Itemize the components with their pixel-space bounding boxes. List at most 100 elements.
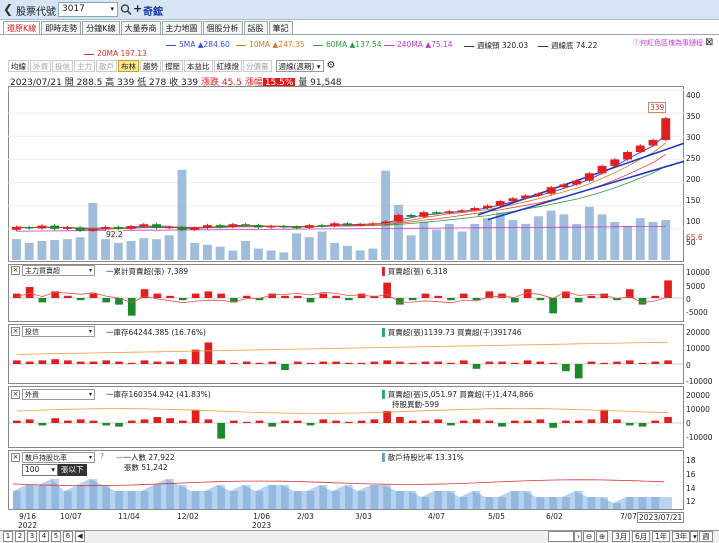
- period-select[interactable]: 週: [699, 531, 713, 542]
- toolbar-item-1[interactable]: 外資: [30, 60, 51, 72]
- flow-bar: [587, 295, 596, 298]
- page-nav[interactable]: ◀: [75, 531, 85, 542]
- retail-bar: [153, 485, 162, 509]
- gear-icon[interactable]: ⚙: [327, 60, 336, 73]
- toolbar-item-2[interactable]: 投信: [52, 60, 73, 72]
- page-3[interactable]: 3: [27, 531, 37, 542]
- holding-threshold-tip: 張以下: [58, 464, 87, 476]
- page-2[interactable]: 2: [15, 531, 25, 542]
- flow-bar: [345, 298, 353, 301]
- flow-bar: [153, 417, 162, 423]
- candle-body: [495, 201, 505, 206]
- flow-bar: [498, 361, 506, 364]
- tab-1[interactable]: 即時走勢: [41, 21, 82, 35]
- x-tick: 4/07: [428, 512, 445, 521]
- volume-bar: [164, 235, 174, 260]
- tab-7[interactable]: 筆記: [268, 21, 293, 35]
- candle-body: [88, 229, 98, 231]
- retail-chart[interactable]: [9, 464, 683, 509]
- tab-5[interactable]: 個股分析: [202, 21, 243, 35]
- flow-bar: [421, 293, 430, 298]
- help-icon[interactable]: ?: [100, 452, 104, 461]
- flow-bar: [613, 419, 621, 423]
- flow-bar: [13, 420, 21, 423]
- zoom-in-icon[interactable]: ⊕: [596, 531, 608, 542]
- flow-bar: [651, 295, 660, 298]
- tab-2[interactable]: 分鐘K線: [82, 21, 120, 35]
- retail-bar: [76, 485, 85, 509]
- tab-0[interactable]: 還原K線: [3, 21, 41, 35]
- close-x-icon[interactable]: ⊠: [705, 37, 713, 48]
- toolbar-item-9[interactable]: 紅綠燈: [213, 60, 242, 72]
- main-force-select[interactable]: 主力買賣超 ▾: [22, 265, 95, 276]
- toolbar-item-3[interactable]: 主力: [74, 60, 95, 72]
- stock-code-input[interactable]: 3017 ▾: [58, 2, 118, 17]
- candle-body: [202, 225, 212, 228]
- retail-bar: [357, 491, 366, 509]
- tab-6[interactable]: 話股: [243, 21, 268, 35]
- candle-body: [559, 184, 569, 188]
- back-arrow-icon[interactable]: ❮: [3, 2, 13, 16]
- candle-body: [190, 227, 200, 230]
- flow-bar: [217, 360, 225, 364]
- tab-4[interactable]: 主力地圖: [161, 21, 202, 35]
- flow-bar: [638, 423, 647, 427]
- period-6m[interactable]: 6月: [632, 531, 651, 542]
- period-more[interactable]: ▾: [690, 531, 698, 542]
- flow-bar: [523, 360, 532, 364]
- flow-bar: [511, 362, 519, 364]
- retail-bar: [242, 485, 251, 509]
- toolbar-item-10[interactable]: 分價量: [243, 60, 272, 72]
- tab-bar: 還原K線 即時走勢 分鐘K線 大量券商 主力地圖 個股分析 話股 筆記: [3, 21, 294, 35]
- candle-body: [470, 208, 480, 211]
- volume-bar: [444, 223, 454, 260]
- page-5[interactable]: 5: [51, 531, 61, 542]
- retail-bar: [268, 485, 277, 509]
- zoom-out-icon[interactable]: ⊖: [583, 531, 595, 542]
- flow-bar: [587, 419, 596, 423]
- retail-bar: [498, 497, 506, 509]
- scroll-box[interactable]: [548, 531, 574, 542]
- info-link[interactable]: ⓘ何紅色區塊為事鏈程: [633, 38, 703, 48]
- close-icon[interactable]: ×: [11, 266, 20, 275]
- period-1y[interactable]: 1年: [652, 531, 671, 542]
- main-force-chart[interactable]: [9, 276, 683, 321]
- volume-bar: [50, 240, 60, 260]
- volume-bar: [343, 245, 352, 260]
- toolbar-item-0[interactable]: 均線: [8, 60, 29, 72]
- trust-select[interactable]: 投信 ▾: [22, 326, 95, 337]
- price-tick: 350: [686, 112, 701, 121]
- trust-title2: ▌買賣超(張)1139.73 買賣超(千)391746: [382, 328, 522, 337]
- toolbar-item-8[interactable]: 本益比: [184, 60, 213, 72]
- retail-select[interactable]: 散戶持股比率 ▾: [22, 452, 95, 463]
- close-icon[interactable]: ×: [11, 453, 20, 462]
- trust-chart[interactable]: [9, 338, 683, 383]
- toolbar-item-4[interactable]: 散戶: [96, 60, 117, 72]
- close-icon[interactable]: ×: [11, 390, 20, 399]
- flow-bar: [153, 361, 162, 364]
- toolbar-item-5[interactable]: 布林: [118, 60, 139, 72]
- toolbar-item-7[interactable]: 撐壓: [162, 60, 183, 72]
- holding-threshold-select[interactable]: 100 ▾: [22, 464, 58, 476]
- period-3y[interactable]: 3年: [672, 531, 691, 542]
- add-icon[interactable]: +: [133, 2, 142, 15]
- flow-bar: [25, 287, 34, 298]
- close-icon[interactable]: ×: [11, 327, 20, 336]
- period-3m[interactable]: 3月: [612, 531, 631, 542]
- chevron-down-icon[interactable]: ▾: [110, 5, 114, 13]
- candle-body: [253, 225, 263, 228]
- foreign-chart[interactable]: [9, 401, 683, 447]
- range-select[interactable]: 週線(週期) ▾: [275, 60, 324, 72]
- retail-bar: [64, 491, 72, 509]
- flow-bar: [332, 361, 340, 364]
- candle-body: [304, 225, 314, 228]
- foreign-select[interactable]: 外資 ▾: [22, 389, 95, 400]
- tab-3[interactable]: 大量券商: [120, 21, 161, 35]
- search-icon[interactable]: [120, 3, 132, 16]
- scroll-right[interactable]: ›: [574, 531, 582, 542]
- page-1[interactable]: 1: [3, 531, 13, 542]
- page-4[interactable]: 4: [39, 531, 49, 542]
- volume-bar: [292, 233, 301, 260]
- toolbar-item-6[interactable]: 趨勢: [140, 60, 161, 72]
- page-6[interactable]: 6: [63, 531, 73, 542]
